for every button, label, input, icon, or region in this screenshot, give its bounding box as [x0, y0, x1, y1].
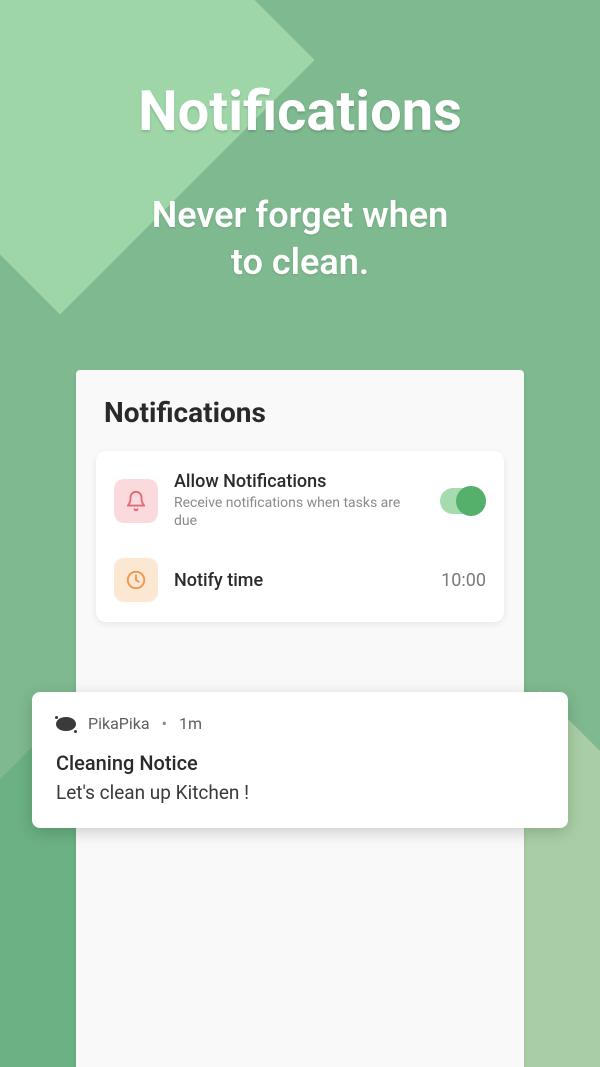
- app-icon: [56, 716, 76, 732]
- notification-body: Let's clean up Kitchen !: [56, 781, 544, 804]
- allow-notifications-subtitle: Receive notifications when tasks are due: [174, 494, 424, 530]
- settings-card: Allow Notifications Receive notification…: [96, 451, 504, 622]
- notification-title: Cleaning Notice: [56, 751, 544, 775]
- notification-popup[interactable]: PikaPika • 1m Cleaning Notice Let's clea…: [32, 692, 568, 828]
- toggle-knob: [456, 486, 486, 516]
- hero-subtitle-line: to clean.: [231, 241, 369, 283]
- hero-title: Notifications: [0, 0, 600, 144]
- hero-subtitle: Never forget when to clean.: [0, 192, 600, 286]
- notification-time: 1m: [179, 714, 202, 733]
- notify-time-row[interactable]: Notify time 10:00: [96, 544, 504, 616]
- allow-notifications-title: Allow Notifications: [174, 471, 424, 492]
- notify-time-value: 10:00: [441, 570, 486, 591]
- page-title: Notifications: [76, 370, 524, 451]
- bell-icon: [114, 479, 158, 523]
- clock-icon: [114, 558, 158, 602]
- notify-time-label: Notify time: [174, 570, 425, 591]
- allow-notifications-row[interactable]: Allow Notifications Receive notification…: [96, 457, 504, 544]
- hero-subtitle-line: Never forget when: [152, 194, 449, 236]
- separator-dot: •: [162, 714, 167, 733]
- notification-app-name: PikaPika: [88, 714, 150, 733]
- allow-notifications-toggle[interactable]: [440, 488, 486, 514]
- notification-header: PikaPika • 1m: [56, 714, 544, 733]
- promo-screen: Notifications Never forget when to clean…: [0, 0, 600, 1067]
